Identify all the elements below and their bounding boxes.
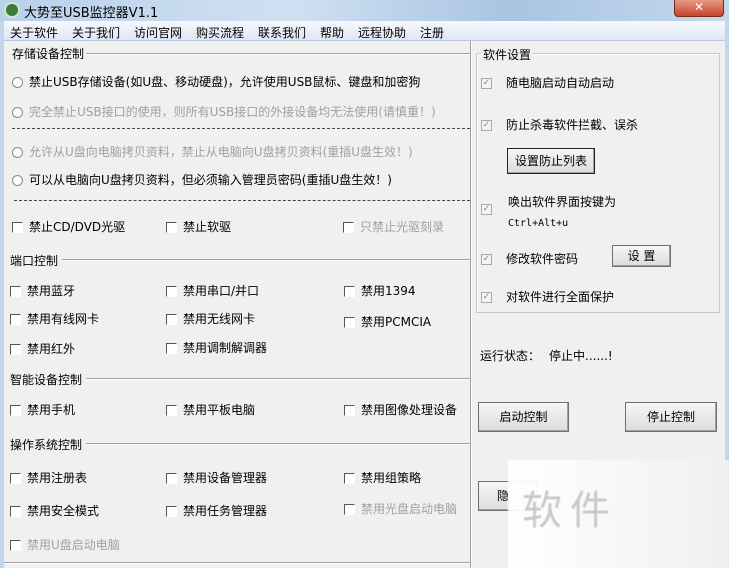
check-phone[interactable]: 禁用手机 [10,401,75,418]
hotkey-label: 唤出软件界面按键为 [508,195,617,209]
menu-about-us[interactable]: 关于我们 [72,24,120,41]
check-burn-only[interactable]: 只禁止光驱刻录 [343,218,444,235]
hotkey-value: Ctrl+Alt+u [508,218,569,229]
check-usb-boot[interactable]: 禁用U盘启动电脑 [10,536,120,553]
check-floppy[interactable]: 禁止软驱 [166,218,231,235]
storage-radio-2[interactable]: 完全禁止USB接口的使用，则所有USB接口的外接设备均无法使用(请慎重！) [12,103,436,120]
menu-register[interactable]: 注册 [420,24,444,41]
vertical-divider [470,41,472,568]
window-title: 大势至USB监控器V1.1 [24,6,159,21]
set-password-button[interactable]: 设 置 [612,245,671,267]
check-cd-dvd[interactable]: 禁止CD/DVD光驱 [12,218,125,235]
check-1394[interactable]: 禁用1394 [344,282,416,299]
os-group-label: 操作系统控制 [8,436,85,453]
check-anti-kill[interactable]: ✓ 防止杀毒软件拦截、误杀 [481,116,638,133]
settings-group-label: 软件设置 [481,46,534,63]
check-change-password[interactable]: ✓ 修改软件密码 [481,250,578,267]
start-control-button[interactable]: 启动控制 [478,402,569,432]
check-serial[interactable]: 禁用串口/并口 [166,282,259,299]
divider [14,200,470,201]
divider [86,378,470,380]
check-pcmcia[interactable]: 禁用PCMCIA [344,313,431,330]
settings-group [476,53,720,313]
close-button[interactable]: ✕ [674,0,724,17]
menu-remote[interactable]: 远程协助 [358,24,406,41]
smart-group-label: 智能设备控制 [8,371,85,388]
check-infrared[interactable]: 禁用红外 [10,340,75,357]
menu-about-software[interactable]: 关于软件 [10,24,58,41]
check-hotkey[interactable]: ✓ [481,202,498,216]
check-wireless-nic[interactable]: 禁用无线网卡 [166,310,255,327]
watermark: 软件 [508,460,729,568]
check-group-policy[interactable]: 禁用组策略 [344,469,421,486]
check-registry[interactable]: 禁用注册表 [10,469,87,486]
divider [86,443,470,445]
menu-website[interactable]: 访问官网 [134,24,182,41]
check-safe-mode[interactable]: 禁用安全模式 [10,502,99,519]
status-label: 运行状态： [480,349,541,363]
divider [62,259,470,261]
check-wired-nic[interactable]: 禁用有线网卡 [10,310,99,327]
divider [84,53,470,55]
status-value: 停止中......! [549,349,613,363]
set-list-button[interactable]: 设置防止列表 [507,148,595,174]
app-icon [4,2,20,18]
storage-group-label: 存储设备控制 [10,45,87,62]
stop-control-button[interactable]: 停止控制 [625,402,717,432]
check-cd-boot[interactable]: 禁用光盘启动电脑 [344,500,457,517]
storage-radio-4[interactable]: 可以从电脑向U盘拷贝资料，但必须输入管理员密码(重插U盘生效！) [12,171,392,188]
menu-help[interactable]: 帮助 [320,24,344,41]
divider [4,562,470,564]
check-auto-start[interactable]: ✓ 随电脑启动自动启动 [481,74,614,91]
check-device-manager[interactable]: 禁用设备管理器 [166,469,267,486]
menu-contact[interactable]: 联系我们 [258,24,306,41]
menu-purchase[interactable]: 购买流程 [196,24,244,41]
port-group-label: 端口控制 [8,252,61,269]
storage-radio-3[interactable]: 允许从U盘向电脑拷贝资料，禁止从电脑向U盘拷贝资料(重插U盘生效！) [12,143,413,160]
check-bluetooth[interactable]: 禁用蓝牙 [10,282,75,299]
divider [12,128,470,129]
storage-radio-1[interactable]: 禁止USB存储设备(如U盘、移动硬盘)，允许使用USB鼠标、键盘和加密狗 [12,73,420,90]
check-task-manager[interactable]: 禁用任务管理器 [166,502,267,519]
check-tablet[interactable]: 禁用平板电脑 [166,401,255,418]
check-imaging[interactable]: 禁用图像处理设备 [344,401,457,418]
check-full-protection[interactable]: ✓ 对软件进行全面保护 [481,288,614,305]
check-modem[interactable]: 禁用调制解调器 [166,339,267,356]
